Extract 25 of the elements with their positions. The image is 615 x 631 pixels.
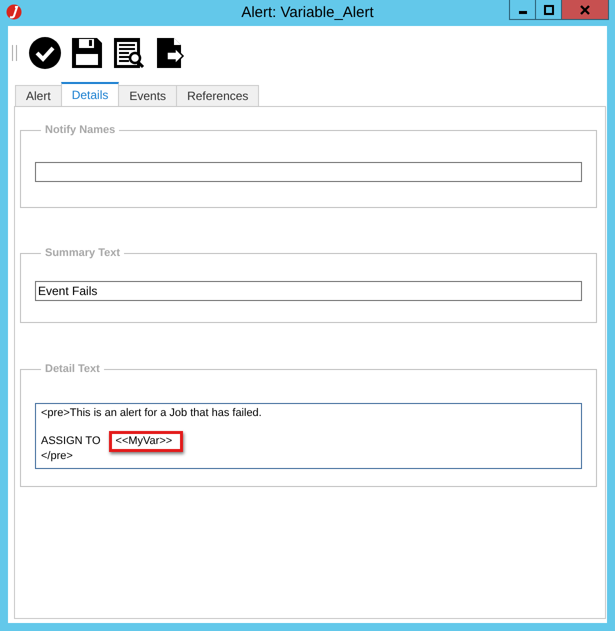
maximize-icon bbox=[544, 4, 554, 14]
save-icon[interactable] bbox=[71, 37, 103, 69]
section-label: Notify Names bbox=[44, 124, 116, 136]
field-value: Event Fails bbox=[38, 284, 98, 298]
section-label: Detail Text bbox=[44, 363, 101, 375]
close-icon bbox=[580, 4, 590, 14]
section-label: Summary Text bbox=[44, 247, 121, 259]
app-logo-icon bbox=[6, 4, 22, 20]
tab[interactable]: Alert bbox=[15, 85, 62, 106]
minimize-icon bbox=[518, 11, 526, 14]
tab[interactable]: References bbox=[176, 85, 260, 106]
export-icon[interactable] bbox=[155, 37, 187, 69]
tab[interactable]: Events bbox=[118, 85, 178, 106]
close-button[interactable] bbox=[561, 0, 609, 20]
input-field[interactable]: Event Fails bbox=[35, 281, 582, 301]
check-icon[interactable] bbox=[29, 37, 61, 69]
text-line: </pre> bbox=[41, 450, 73, 463]
window-title: Alert: Variable_Alert bbox=[240, 4, 375, 21]
text-line: <pre>This is an alert for a Job that has failed. bbox=[41, 407, 262, 420]
input-field[interactable] bbox=[35, 162, 582, 182]
highlighted-text: <<MyVar>> bbox=[108, 431, 184, 452]
text-line: ASSIGN TO bbox=[41, 435, 101, 448]
text-area[interactable]: <pre>This is an alert for a Job that has failed. ASSIGN TO <<MyVar>> </pre> bbox=[35, 403, 582, 469]
preview-icon[interactable] bbox=[113, 37, 145, 69]
minimize-button[interactable] bbox=[509, 0, 536, 20]
